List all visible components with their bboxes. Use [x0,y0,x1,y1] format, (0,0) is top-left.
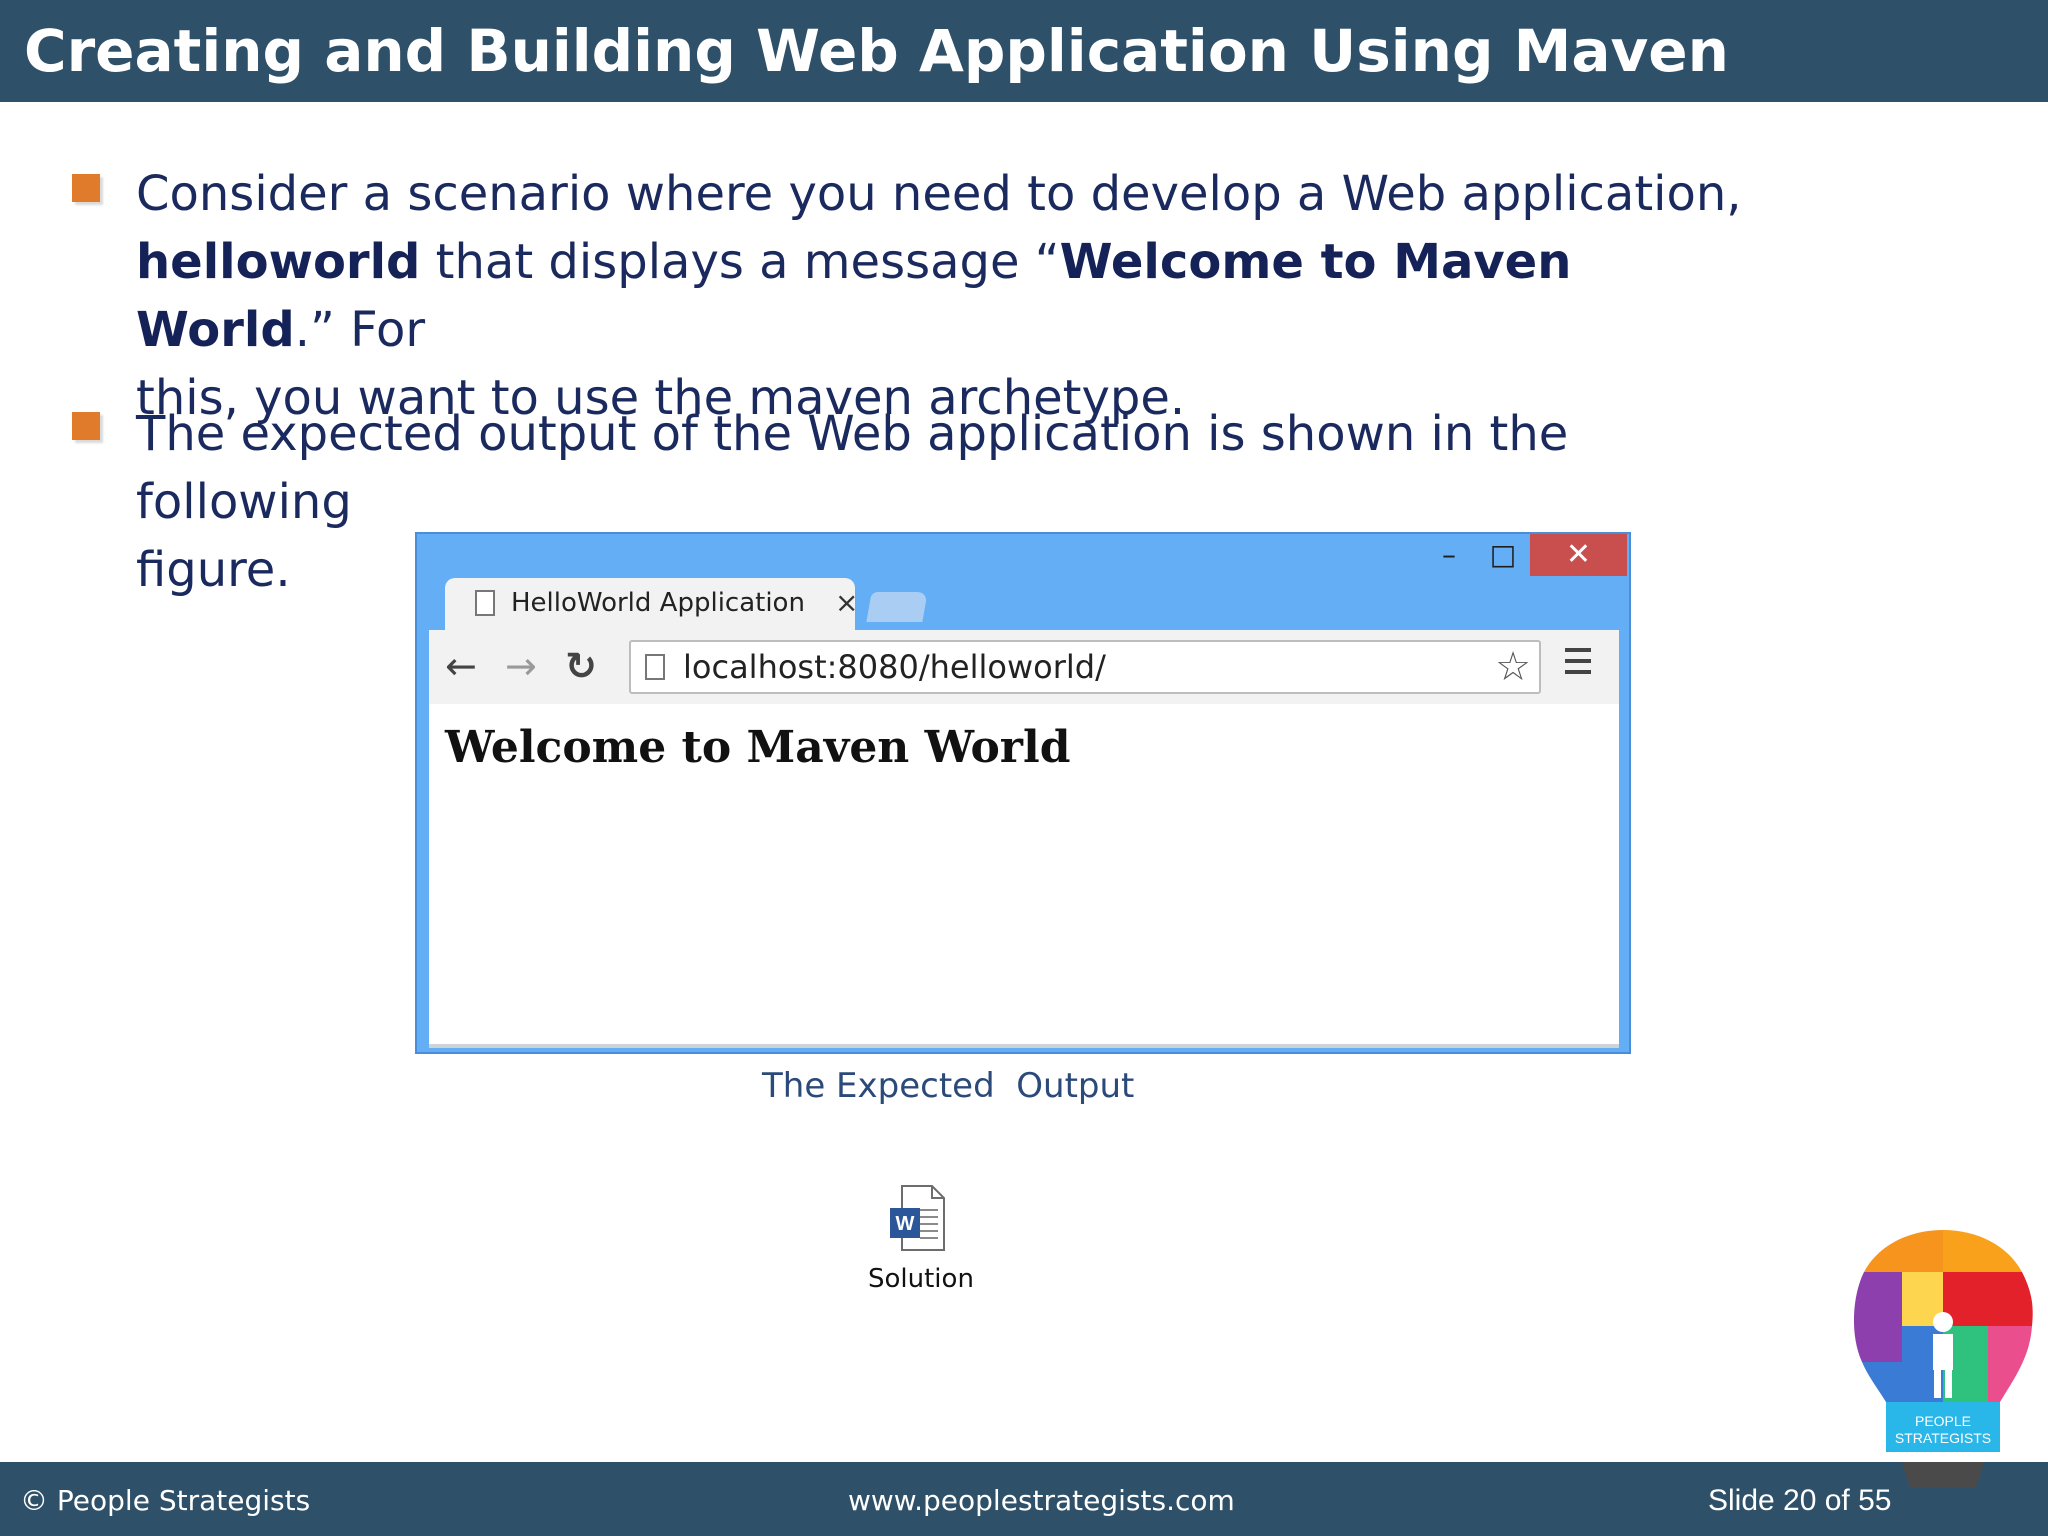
back-arrow-icon[interactable]: ← [445,644,477,688]
bullet-marker [72,412,100,440]
word-icon-letter: W [896,1213,915,1235]
page-icon [645,654,665,680]
bullet-1-line-2: helloworld that displays a message “Welc… [136,228,1776,364]
minimize-button[interactable]: – [1429,538,1469,572]
browser-toolbar: ← → ↻ localhost:8080/helloworld/ ☆ [429,630,1619,705]
slide-title: Creating and Building Web Application Us… [24,17,1729,85]
forward-arrow-icon[interactable]: → [505,644,537,688]
menu-icon[interactable] [1565,648,1591,681]
page-icon [475,590,495,616]
slide-header: Creating and Building Web Application Us… [0,0,2048,102]
word-document-icon[interactable]: W [888,1184,948,1252]
bold-helloworld: helloworld [136,234,421,290]
url-text: localhost:8080/helloworld/ [683,648,1106,686]
browser-tab[interactable]: HelloWorld Application × [445,578,858,630]
bullet-1-text-3: .” For [294,302,426,358]
browser-window: – □ ✕ HelloWorld Application × ← → ↻ loc… [415,532,1631,1054]
bullet-1-line-1: Consider a scenario where you need to de… [136,166,1742,222]
bullet-text-1: Consider a scenario where you need to de… [136,160,1776,432]
slide-footer: © People Strategists www.peoplestrategis… [0,1462,2048,1536]
copyright-text: © People Strategists [20,1484,311,1517]
new-tab-button[interactable] [866,592,928,622]
bookmark-star-icon[interactable]: ☆ [1495,644,1531,690]
logo-text-line-1: PEOPLE [1915,1413,1971,1429]
reload-icon[interactable]: ↻ [565,644,597,688]
solution-label[interactable]: Solution [868,1264,974,1294]
bullet-marker [72,174,100,202]
tab-close-icon[interactable]: × [835,586,858,619]
window-close-button[interactable]: ✕ [1530,534,1627,576]
bullet-2-line-1: The expected output of the Web applicati… [136,406,1569,530]
address-bar[interactable]: localhost:8080/helloworld/ ☆ [629,640,1541,694]
page-heading: Welcome to Maven World [445,722,1071,773]
bullet-1-text-2: that displays a message “ [420,234,1060,290]
tab-title: HelloWorld Application [511,588,805,618]
browser-content: Welcome to Maven World [429,704,1619,1048]
maximize-button[interactable]: □ [1483,538,1523,572]
people-strategists-logo: PEOPLE STRATEGISTS [1848,1226,2038,1506]
website-link[interactable]: www.peoplestrategists.com [848,1484,1235,1517]
logo-text-line-2: STRATEGISTS [1895,1430,1991,1446]
figure-caption: The Expected Output [762,1066,1135,1106]
